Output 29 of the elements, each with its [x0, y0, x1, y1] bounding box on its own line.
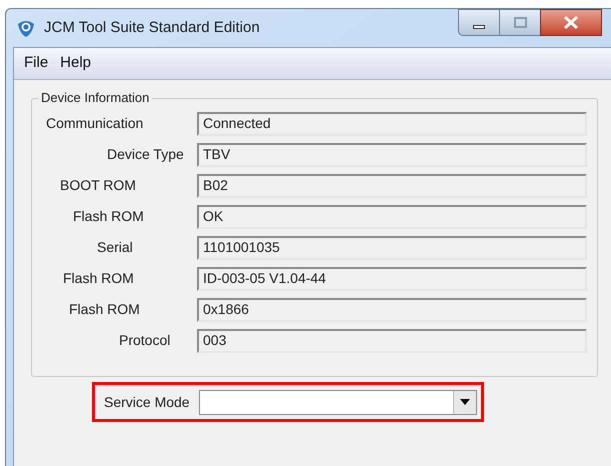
field-label: Flash ROM — [62, 270, 134, 286]
readonly-field: B02 — [197, 174, 587, 198]
field-label: BOOT ROM — [59, 177, 136, 193]
minimize-button[interactable] — [458, 9, 500, 36]
field-label: Communication — [45, 115, 144, 131]
field-label: Serial — [96, 239, 133, 255]
readonly-field: 1101001035 — [197, 236, 587, 260]
field-label: Protocol — [118, 332, 170, 348]
close-icon — [563, 16, 579, 29]
readonly-field: OK — [197, 205, 587, 229]
maximize-button[interactable] — [500, 9, 540, 36]
menu-item[interactable]: Help — [60, 52, 92, 75]
window-title: JCM Tool Suite Standard Edition — [44, 18, 260, 38]
close-button[interactable] — [540, 9, 602, 36]
app-logo-icon — [16, 18, 36, 38]
dropdown-button[interactable] — [453, 390, 476, 414]
readonly-field: 0x1866 — [197, 298, 587, 322]
field-label: Service Mode — [104, 392, 191, 412]
readonly-field: Connected — [197, 112, 587, 136]
readonly-field: 003 — [197, 329, 587, 353]
caret-icon — [460, 399, 470, 405]
readonly-field: ID-003-05 V1.04-44 — [197, 267, 587, 291]
maximize-icon — [514, 17, 526, 28]
minimize-icon — [473, 24, 485, 28]
field-label: Device Type — [106, 146, 184, 162]
field-label: Flash ROM — [72, 208, 144, 224]
menu-item[interactable]: File — [24, 52, 48, 75]
readonly-field: TBV — [197, 143, 587, 167]
field-label: Flash ROM — [68, 301, 140, 317]
